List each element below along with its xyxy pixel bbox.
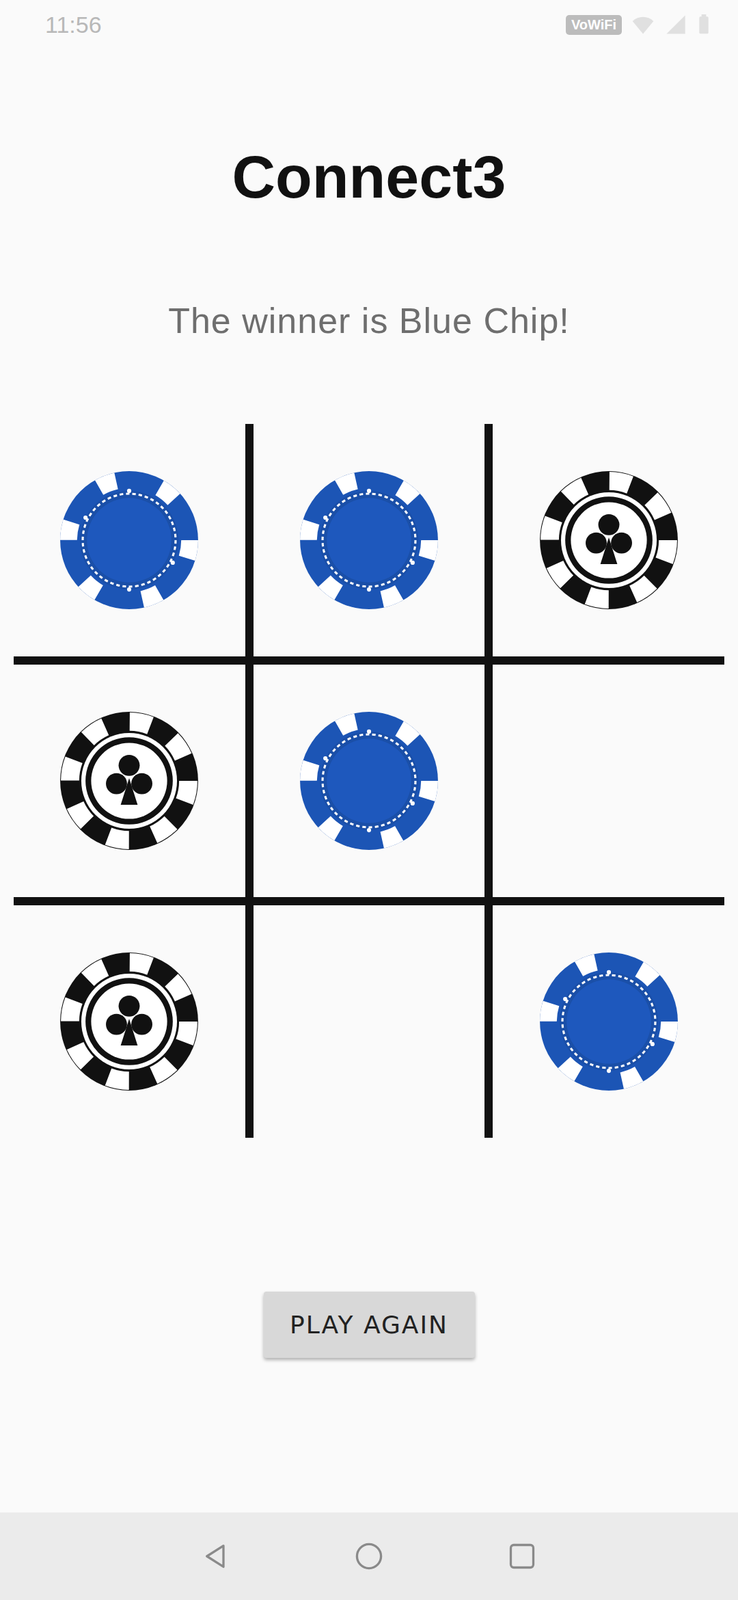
recents-icon[interactable] <box>507 1540 538 1571</box>
board-cell[interactable] <box>253 664 486 897</box>
board-cell[interactable] <box>492 423 725 656</box>
board-cell[interactable] <box>253 904 486 1138</box>
home-icon[interactable] <box>353 1540 385 1571</box>
back-icon[interactable] <box>200 1540 231 1571</box>
game-board <box>13 423 725 1138</box>
vowifi-badge: VoWiFi <box>565 15 622 35</box>
blue-chip-icon <box>58 469 200 611</box>
button-row: PLAY AGAIN <box>0 1290 738 1358</box>
black-chip-icon <box>58 950 200 1092</box>
blue-chip-icon <box>538 950 680 1092</box>
board-cell[interactable] <box>492 904 725 1138</box>
board-cell[interactable] <box>253 423 486 656</box>
app-title: Connect3 <box>0 140 738 214</box>
play-again-button[interactable]: PLAY AGAIN <box>263 1290 475 1358</box>
wifi-icon <box>631 12 655 37</box>
game-screen: 11:56 VoWiFi Connect3 The winner is Blue… <box>0 0 738 1599</box>
status-time: 11:56 <box>45 11 102 39</box>
status-bar: 11:56 VoWiFi <box>0 0 738 50</box>
navigation-bar <box>0 1511 738 1599</box>
blue-chip-icon <box>298 469 440 611</box>
status-icons: VoWiFi <box>565 12 711 37</box>
board-cell[interactable] <box>13 664 246 897</box>
blue-chip-icon <box>298 709 440 851</box>
board-cell[interactable] <box>13 904 246 1138</box>
black-chip-icon <box>538 469 680 611</box>
winner-message: The winner is Blue Chip! <box>0 299 738 342</box>
black-chip-icon <box>58 709 200 851</box>
battery-icon <box>697 12 711 37</box>
board-cell[interactable] <box>492 664 725 897</box>
signal-icon <box>664 12 688 37</box>
board-cell[interactable] <box>13 423 246 656</box>
